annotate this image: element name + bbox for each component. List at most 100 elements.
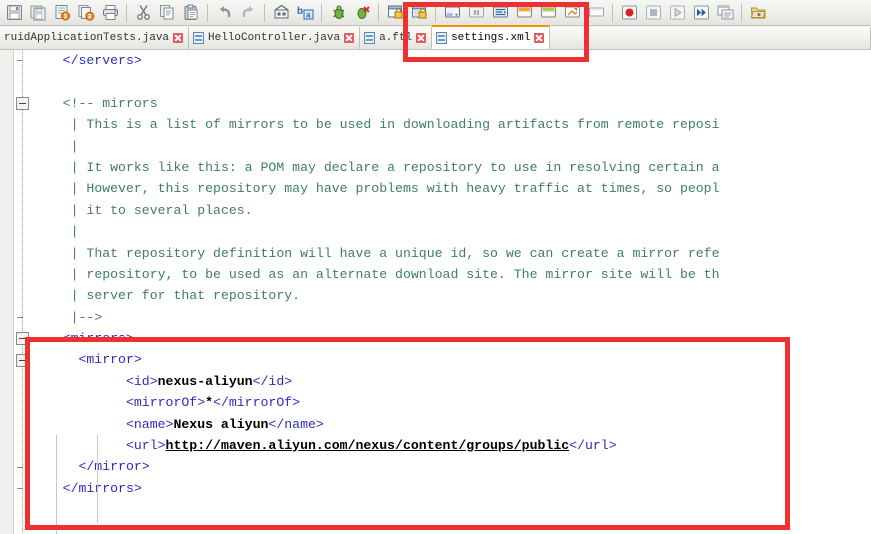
xml-tag: <url> (125, 438, 166, 454)
run-error-icon[interactable] (351, 2, 373, 24)
xml-comment: |--> (70, 309, 103, 325)
toolbar-separator (126, 3, 127, 22)
code-content[interactable]: </servers> <!-- mirrors | This is a list… (31, 50, 871, 534)
code-line: | That repository definition will have a… (31, 243, 871, 264)
code-line: <id>nexus-aliyun</id> (31, 371, 871, 392)
code-line: |--> (31, 307, 871, 328)
xml-comment: | This is a list of mirrors to be used i… (70, 117, 720, 133)
toolbar-separator (264, 3, 265, 22)
translate-icon[interactable]: ba (294, 2, 316, 24)
code-line: <name>Nexus aliyun</name> (31, 414, 871, 435)
xml-tag: </name> (268, 416, 324, 432)
cut-icon[interactable] (132, 2, 154, 24)
xml-tag: </servers> (62, 53, 142, 68)
format-icon[interactable] (489, 2, 511, 24)
xml-tag: <mirrorOf> (125, 395, 206, 411)
fold-end-tick (17, 60, 23, 61)
toolbar-separator (378, 3, 379, 22)
console-icon[interactable] (714, 2, 736, 24)
redo-icon[interactable] (237, 2, 259, 24)
fold-end-tick (17, 316, 23, 318)
xml-tag: <id> (125, 373, 158, 389)
save-copy-icon[interactable] (75, 2, 97, 24)
xml-text: nexus-aliyun (157, 373, 253, 389)
fast-forward-icon[interactable] (690, 2, 712, 24)
tab-hello-controller[interactable]: HelloController.java (189, 27, 361, 49)
code-line: <url>http://maven.aliyun.com/nexus/conte… (31, 435, 871, 456)
lock-window-icon[interactable] (384, 2, 406, 24)
print-icon[interactable] (99, 2, 121, 24)
xml-tag: </url> (569, 438, 617, 454)
editor-gutter[interactable] (0, 50, 14, 534)
fold-collapse-icon[interactable] (16, 353, 29, 367)
save-icon[interactable] (3, 2, 25, 24)
folding-guide-line (22, 50, 23, 534)
debug-icon[interactable] (327, 2, 349, 24)
xml-comment: | However, this repository may have prob… (70, 181, 720, 197)
fold-collapse-icon[interactable] (16, 332, 29, 346)
unlock-window-icon[interactable] (408, 2, 430, 24)
xml-comment: | it to several places. (70, 202, 253, 218)
tab-settings-xml[interactable]: settings.xml (432, 25, 551, 49)
code-line: | server for that repository. (31, 285, 871, 306)
tab-label: ruidApplicationTests.java (4, 32, 170, 44)
view-orange-icon[interactable] (513, 2, 535, 24)
record-icon[interactable] (618, 2, 640, 24)
url-link[interactable]: http://maven.aliyun.com/nexus/content/gr… (166, 438, 570, 453)
fold-end-tick (17, 466, 23, 468)
code-line: | (31, 221, 871, 242)
main-toolbar: ba (0, 0, 871, 26)
blank-view-icon[interactable] (585, 2, 607, 24)
undo-icon[interactable] (213, 2, 235, 24)
xml-tag: </id> (252, 373, 293, 389)
close-icon[interactable] (344, 33, 355, 43)
code-folding-column[interactable] (15, 50, 31, 534)
code-line: <mirror> (31, 349, 871, 370)
code-line: <!-- mirrors (31, 93, 871, 114)
stop-icon[interactable] (642, 2, 664, 24)
close-icon[interactable] (173, 33, 184, 43)
pause-icon[interactable] (465, 2, 487, 24)
paste-icon[interactable] (180, 2, 202, 24)
code-line: | This is a list of mirrors to be used i… (31, 114, 871, 135)
indent-guide (56, 435, 57, 534)
code-line: | repository, to be used as an alternate… (31, 264, 871, 285)
open-folder-icon[interactable] (747, 2, 769, 24)
fold-collapse-icon[interactable] (16, 96, 29, 110)
xml-file-icon (193, 32, 205, 44)
xml-tag: <mirrors> (62, 331, 134, 347)
close-icon[interactable] (416, 33, 427, 43)
svg-text:a: a (306, 11, 311, 20)
xml-editor[interactable]: </servers> <!-- mirrors | This is a list… (0, 50, 871, 534)
save-all-icon[interactable] (27, 2, 49, 24)
code-line: </servers> (31, 50, 871, 71)
indent-guide (97, 435, 98, 523)
new-editor-icon[interactable] (441, 2, 463, 24)
view-green-icon[interactable] (537, 2, 559, 24)
xml-file-icon (436, 32, 448, 44)
xml-comment: | (70, 224, 79, 240)
tab-a-ftl[interactable]: a.ftl (360, 27, 433, 49)
fold-end-tick (17, 488, 23, 489)
save-as-icon[interactable] (51, 2, 73, 24)
code-line: <mirrorOf>*</mirrorOf> (31, 392, 871, 413)
play-icon[interactable] (666, 2, 688, 24)
build-icon[interactable] (270, 2, 292, 24)
xml-comment: | (70, 138, 79, 154)
toolbar-separator (612, 3, 613, 22)
tab-label: a.ftl (379, 32, 413, 44)
code-line: <mirrors> (31, 328, 871, 349)
code-line: </mirrors> (31, 478, 871, 499)
xml-comment: | server for that repository. (70, 288, 301, 304)
open-file-icon[interactable] (561, 2, 583, 24)
tab-druid-application-tests[interactable]: ruidApplicationTests.java (0, 27, 190, 49)
xml-comment: | That repository definition will have a… (70, 245, 720, 261)
tab-label: settings.xml (451, 32, 531, 44)
toolbar-separator (321, 3, 322, 22)
toolbar-separator (435, 3, 436, 22)
xml-tag: </mirrors> (62, 480, 142, 496)
close-icon[interactable] (534, 33, 545, 43)
svg-text:b: b (297, 6, 303, 17)
copy-icon[interactable] (156, 2, 178, 24)
